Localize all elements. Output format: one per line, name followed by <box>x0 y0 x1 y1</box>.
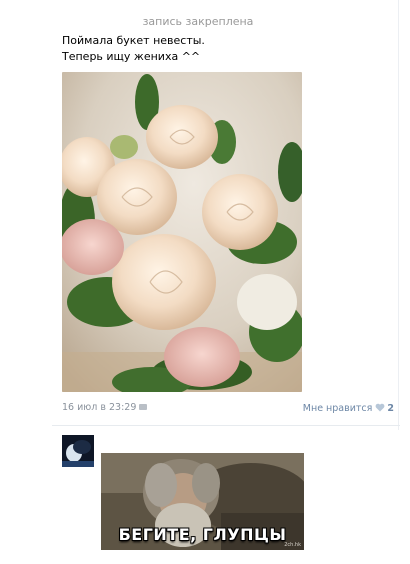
heart-icon <box>375 403 385 412</box>
post-date[interactable]: 16 июл в 23:29 <box>62 402 148 413</box>
post-text-line-2: Теперь ищу жениха ^^ <box>62 50 201 63</box>
like-count: 2 <box>387 403 394 414</box>
avatar[interactable] <box>62 435 94 467</box>
post-photo-bouquet[interactable] <box>62 72 302 392</box>
like-button[interactable]: Мне нравится 2 <box>303 402 394 414</box>
watermark: 2ch.hk <box>284 542 301 548</box>
meme-caption: БЕГИТЕ, ГЛУПЦЫ <box>118 525 287 544</box>
avatar-image <box>62 435 94 467</box>
divider <box>52 425 400 426</box>
bouquet-image <box>62 72 302 392</box>
frame-border <box>398 0 399 430</box>
post-text: Поймала букет невесты. Теперь ищу жениха… <box>62 33 205 65</box>
comment-meme-image[interactable]: БЕГИТЕ, ГЛУПЦЫ 2ch.hk <box>101 453 304 550</box>
like-label: Мне нравится <box>302 403 373 414</box>
pinned-label: запись закреплена <box>142 15 254 28</box>
camera-icon <box>139 404 148 410</box>
post-meta: 16 июл в 23:29 Мне нравится 2 <box>62 402 394 416</box>
post-text-line-1: Поймала букет невесты. <box>62 34 205 47</box>
post-date-text: 16 июл в 23:29 <box>62 402 137 413</box>
